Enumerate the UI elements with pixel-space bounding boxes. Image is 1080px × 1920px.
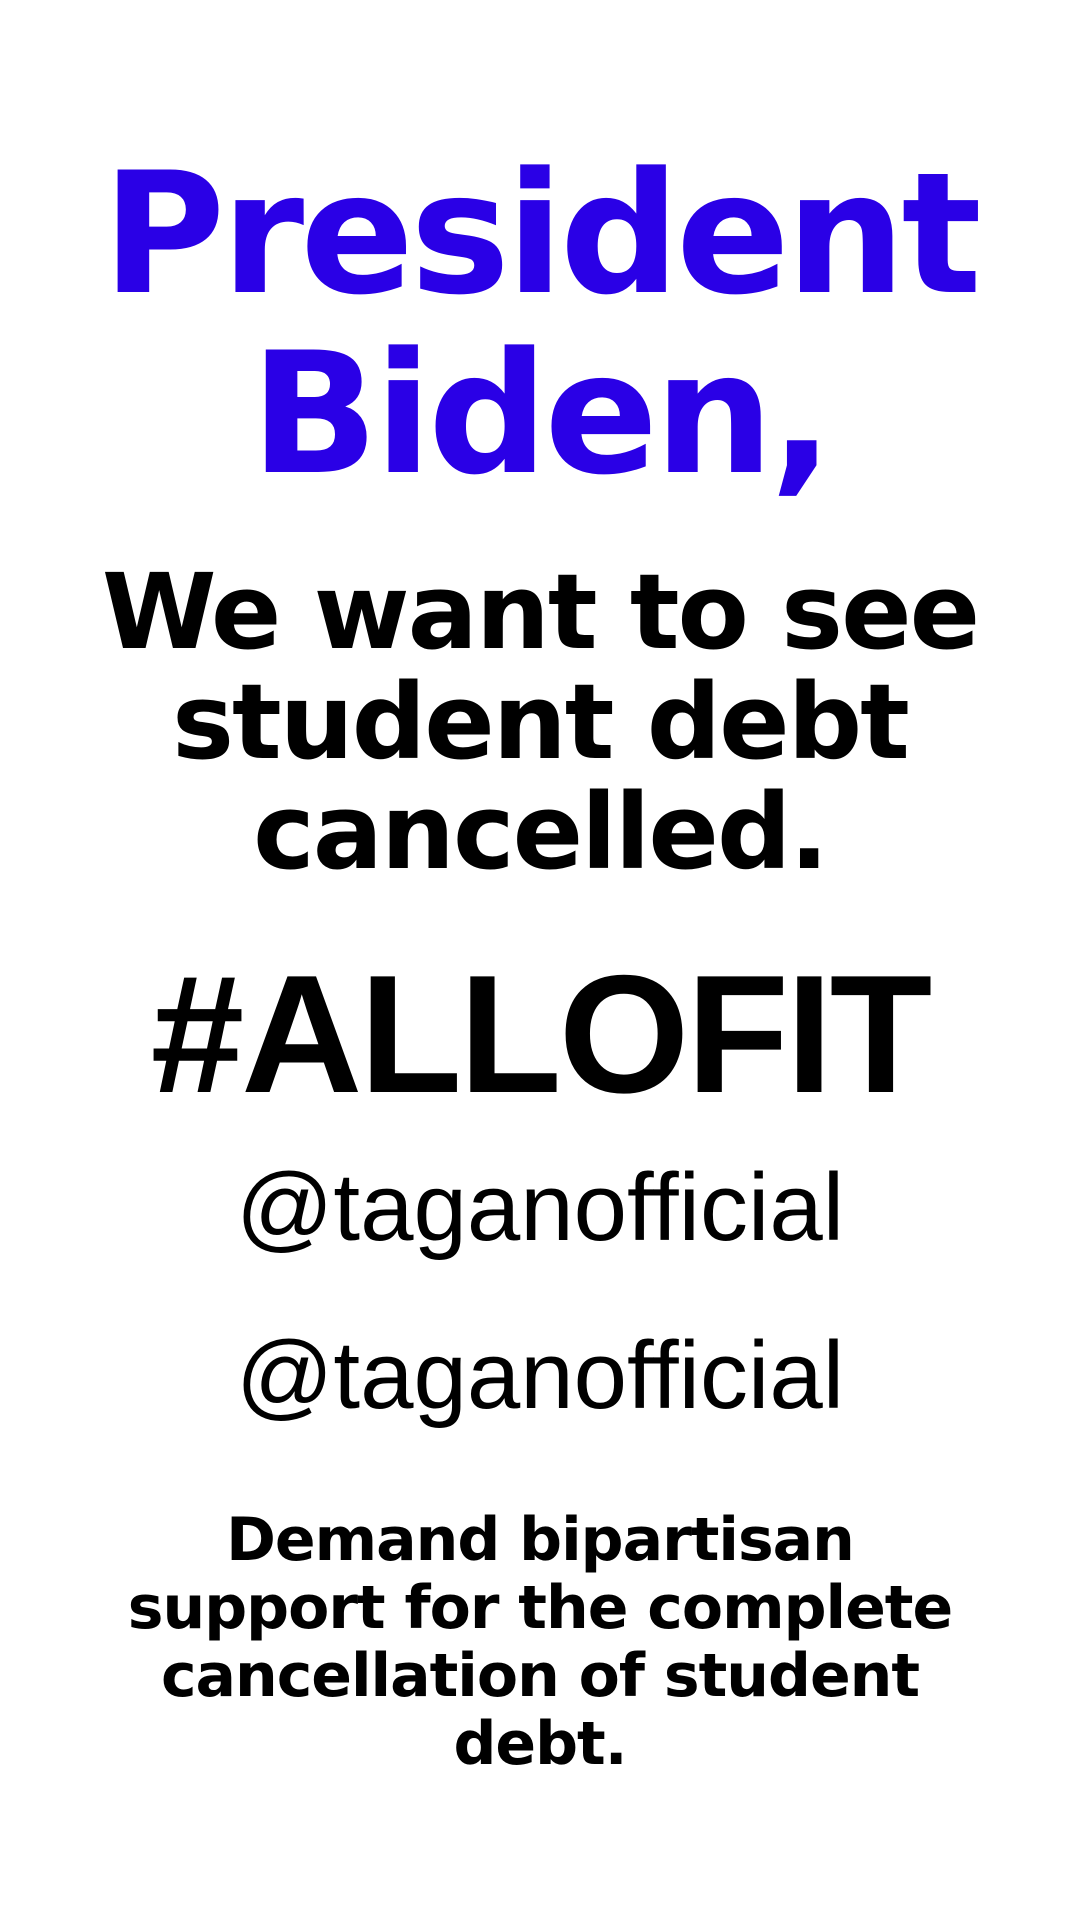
call-to-action-line-4: debt. [453, 1709, 627, 1779]
message-line-2: student debt [172, 661, 910, 783]
hashtag: #ALLOFIT [150, 940, 933, 1128]
message-line-1: We want to see [101, 551, 980, 673]
call-to-action-line-3: cancellation of student [160, 1641, 920, 1711]
poster: President Biden, We want to see student … [0, 0, 1080, 1920]
call-to-action-line-2: support for the complete [127, 1573, 953, 1643]
headline-line-1: President [102, 136, 982, 332]
social-handle: @taganofficial [235, 1322, 845, 1429]
message-line-3: cancelled. [253, 771, 829, 893]
call-to-action-line-1: Demand bipartisan [226, 1505, 855, 1575]
headline-line-2: Biden, [250, 316, 833, 512]
social-handle: @taganofficial [235, 1154, 845, 1261]
